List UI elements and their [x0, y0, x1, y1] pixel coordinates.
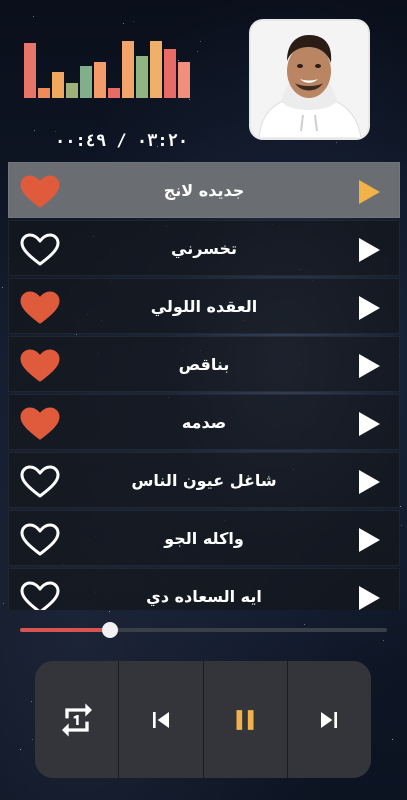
- artist-avatar: [249, 19, 370, 140]
- equalizer-bar: [108, 88, 120, 98]
- star: [200, 41, 201, 42]
- heart-outline-icon[interactable]: [20, 465, 60, 499]
- equalizer-bar: [122, 41, 134, 98]
- equalizer-bar: [80, 66, 92, 98]
- seek-bar[interactable]: [20, 622, 387, 638]
- track-title: شاغل عيون الناس: [131, 471, 277, 490]
- track-title: العقده اللولي: [150, 297, 258, 316]
- playlist-item[interactable]: جديده لانج: [8, 162, 400, 218]
- star: [197, 51, 198, 52]
- equalizer-bar: [24, 43, 36, 98]
- playlist[interactable]: جديده لانج تخسرني العقده اللولي بناقص صدمه شا…: [8, 162, 400, 610]
- skip-previous-icon: [152, 711, 169, 728]
- playlist-item[interactable]: شاغل عيون الناس: [8, 452, 400, 508]
- track-title: تخسرني: [171, 239, 237, 258]
- pause-icon: [236, 709, 254, 730]
- star: [336, 142, 337, 143]
- star: [2, 287, 3, 288]
- star: [401, 525, 402, 526]
- playlist-item[interactable]: واكله الجو: [8, 510, 400, 566]
- star: [32, 739, 33, 740]
- heart-outline-icon[interactable]: [20, 523, 60, 557]
- repeat-one-icon: [61, 702, 92, 737]
- star: [109, 611, 110, 612]
- equalizer-bar: [164, 49, 176, 98]
- star: [400, 506, 401, 507]
- heart-outline-icon[interactable]: [20, 233, 60, 267]
- playlist-item[interactable]: ايه السعاده دي: [8, 568, 400, 610]
- heart-outline-icon[interactable]: [20, 581, 60, 610]
- playlist-item[interactable]: صدمه: [8, 394, 400, 450]
- equalizer-visualizer: [24, 40, 196, 98]
- star: [3, 603, 4, 604]
- star: [20, 749, 21, 750]
- play-icon[interactable]: [357, 353, 381, 379]
- equalizer-bar: [178, 62, 190, 98]
- track-title: واكله الجو: [164, 529, 244, 548]
- heart-filled-icon[interactable]: [20, 349, 60, 383]
- equalizer-bar: [52, 72, 64, 98]
- equalizer-bar: [150, 41, 162, 98]
- pause-button[interactable]: [203, 661, 288, 778]
- star: [123, 23, 124, 24]
- seek-handle[interactable]: [102, 622, 118, 638]
- star: [383, 640, 384, 641]
- playback-controls: [35, 661, 371, 778]
- play-icon[interactable]: [357, 585, 381, 610]
- track-title: بناقص: [178, 355, 230, 374]
- skip-next-icon: [321, 711, 338, 728]
- star: [392, 739, 393, 740]
- equalizer-bar: [136, 56, 148, 98]
- star: [133, 21, 134, 22]
- track-title: جديده لانج: [163, 181, 245, 200]
- play-icon[interactable]: [357, 527, 381, 553]
- play-icon[interactable]: [357, 411, 381, 437]
- equalizer-bar: [66, 83, 78, 98]
- playlist-item[interactable]: تخسرني: [8, 220, 400, 276]
- equalizer-bar: [38, 88, 50, 98]
- playlist-item[interactable]: العقده اللولي: [8, 278, 400, 334]
- equalizer-bar: [94, 62, 106, 98]
- playlist-item[interactable]: بناقص: [8, 336, 400, 392]
- track-title: ايه السعاده دي: [146, 587, 262, 606]
- track-title: صدمه: [181, 413, 227, 432]
- play-icon[interactable]: [357, 469, 381, 495]
- star: [33, 16, 34, 17]
- play-icon[interactable]: [357, 295, 381, 321]
- next-button[interactable]: [287, 661, 371, 778]
- heart-filled-icon[interactable]: [20, 291, 60, 325]
- star: [34, 130, 35, 131]
- seek-fill: [20, 628, 110, 632]
- star: [31, 701, 32, 702]
- heart-filled-icon[interactable]: [20, 175, 60, 209]
- play-icon[interactable]: [357, 237, 381, 263]
- play-icon[interactable]: [357, 179, 381, 205]
- previous-button[interactable]: [119, 661, 204, 778]
- time-display: ٠٣:٢٠ / ٠٠:٤٩: [55, 131, 189, 151]
- repeat-button[interactable]: [35, 661, 120, 778]
- star: [189, 99, 190, 100]
- heart-filled-icon[interactable]: [20, 407, 60, 441]
